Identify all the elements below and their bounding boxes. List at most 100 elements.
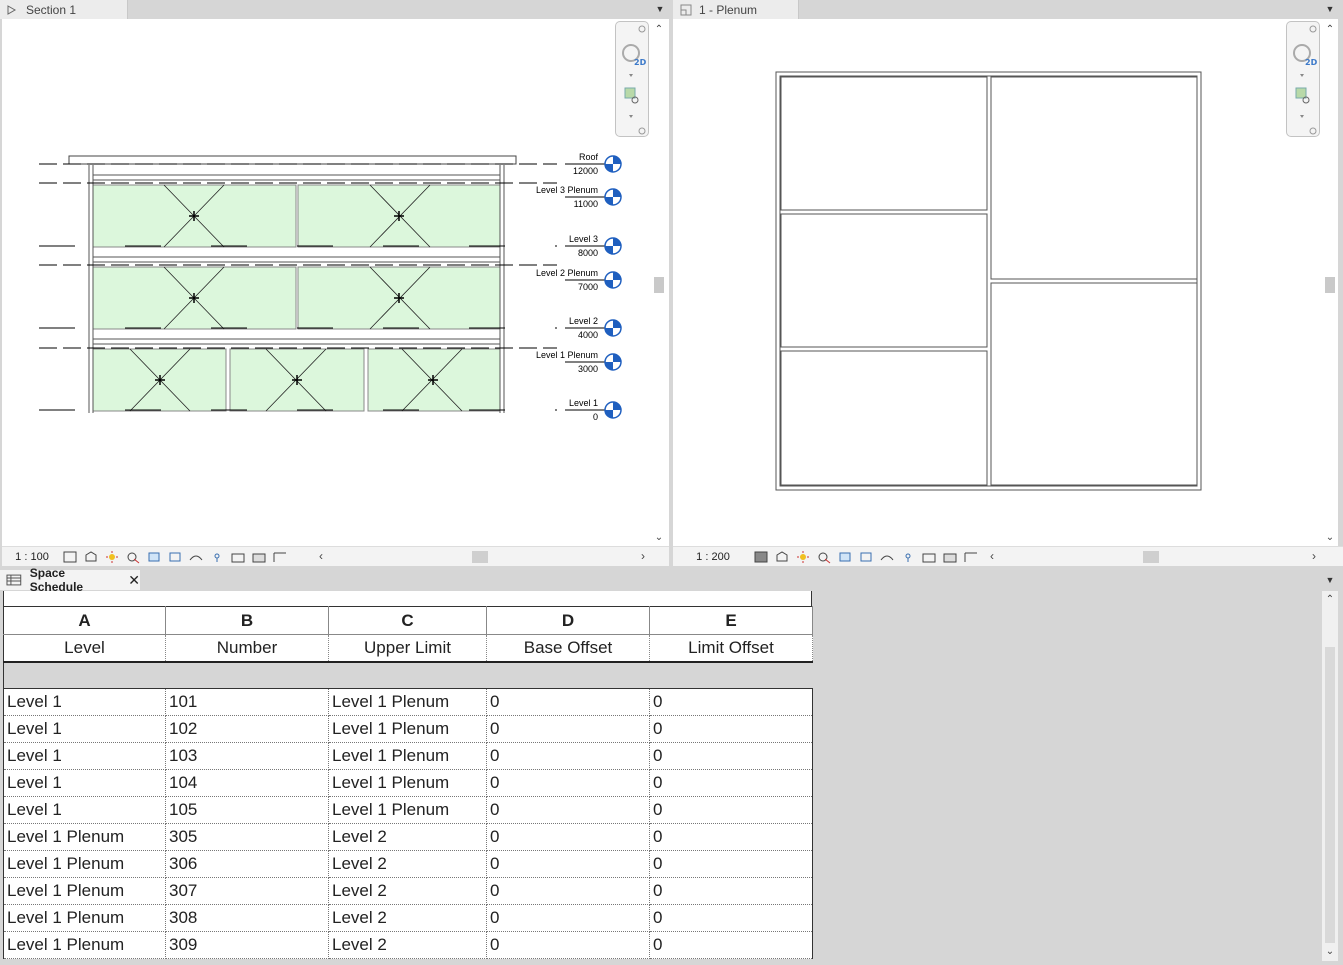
view-dropdown-icon[interactable]: ▼ (1325, 575, 1335, 585)
table-row[interactable]: Level 1 103 Level 1 Plenum 0 0 (3, 742, 813, 770)
level-head[interactable]: Level 1 0 (565, 398, 622, 422)
table-cell[interactable]: Level 2 (328, 850, 487, 878)
scroll-left-icon[interactable]: ‹ (315, 549, 327, 563)
table-row[interactable]: Level 1 Plenum 307 Level 200 (3, 877, 813, 905)
level-head[interactable]: Level 3 Plenum 11000 (536, 185, 622, 209)
table-cell[interactable]: Level 1 Plenum (3, 850, 166, 878)
table-cell[interactable]: 0 (649, 769, 813, 797)
left-horizontal-scrollbar[interactable]: ‹ › (315, 549, 650, 563)
table-cell[interactable]: 308 (165, 904, 329, 932)
scroll-down-icon[interactable]: ⌄ (651, 531, 667, 545)
table-cell[interactable]: Level 1 Plenum (3, 877, 166, 905)
sun-path-icon[interactable] (104, 550, 120, 564)
crop-region-icon[interactable] (167, 550, 183, 564)
analytical-model-icon[interactable] (272, 550, 288, 564)
view-scale[interactable]: 1 : 200 (673, 551, 753, 563)
column-header[interactable]: Level (3, 634, 166, 663)
table-cell[interactable]: 0 (649, 904, 813, 932)
table-cell[interactable]: 0 (649, 688, 813, 716)
shadows-icon[interactable] (816, 550, 832, 564)
tab-space-schedule[interactable]: Space Schedule ✕ (0, 566, 140, 594)
reveal-hidden-icon[interactable] (921, 550, 937, 564)
table-cell[interactable]: Level 1 Plenum (328, 769, 487, 797)
scroll-right-icon[interactable]: › (637, 549, 649, 563)
table-cell[interactable]: 309 (165, 931, 329, 959)
table-cell[interactable]: 0 (649, 715, 813, 743)
table-cell[interactable]: 0 (649, 877, 813, 905)
detail-level-icon[interactable] (753, 550, 769, 564)
level-head[interactable]: Level 2 4000 (565, 316, 622, 340)
space-schedule-table[interactable]: A B C D E Level Number Upper Limit Base … (3, 606, 813, 959)
table-row[interactable]: Level 1 Plenum 309 Level 200 (3, 931, 813, 959)
view-dropdown-icon[interactable]: ▼ (655, 4, 665, 14)
table-row[interactable]: Level 1 105 Level 1 Plenum 0 0 (3, 796, 813, 824)
level-head[interactable]: Roof 12000 (565, 152, 622, 176)
column-letter[interactable]: D (486, 606, 650, 635)
table-cell[interactable]: Level 2 (328, 904, 487, 932)
reveal-hidden-icon[interactable] (230, 550, 246, 564)
table-cell[interactable]: 0 (486, 904, 650, 932)
navigation-bar[interactable]: 2D (615, 21, 649, 137)
scroll-down-icon[interactable]: ⌄ (1322, 531, 1338, 545)
analytical-model-icon[interactable] (963, 550, 979, 564)
table-row[interactable]: Level 1 104 Level 1 Plenum 0 0 (3, 769, 813, 797)
left-vertical-scrollbar[interactable]: ⌃ ⌄ (651, 19, 667, 547)
table-cell[interactable]: 305 (165, 823, 329, 851)
table-cell[interactable]: 0 (486, 769, 650, 797)
crop-region-icon[interactable] (858, 550, 874, 564)
scroll-thumb[interactable] (1143, 551, 1159, 563)
table-cell[interactable]: Level 1 (3, 742, 166, 770)
column-header[interactable]: Limit Offset (649, 634, 813, 663)
table-cell[interactable]: Level 1 Plenum (328, 742, 487, 770)
column-letter[interactable]: A (3, 606, 166, 635)
scroll-up-icon[interactable]: ⌃ (1322, 23, 1338, 37)
table-cell[interactable]: 0 (486, 796, 650, 824)
table-cell[interactable]: 105 (165, 796, 329, 824)
crop-view-icon[interactable] (146, 550, 162, 564)
table-cell[interactable]: 101 (165, 688, 329, 716)
table-cell[interactable]: Level 2 (328, 931, 487, 959)
view-dropdown-icon[interactable]: ▼ (1325, 4, 1335, 14)
table-row[interactable]: Level 1 102 Level 1 Plenum 0 0 (3, 715, 813, 743)
table-cell[interactable]: Level 1 (3, 688, 166, 716)
tab-1-plenum[interactable]: 1 - Plenum (673, 0, 799, 19)
column-letter[interactable]: E (649, 606, 813, 635)
scroll-down-icon[interactable]: ⌄ (1322, 945, 1338, 959)
table-cell[interactable]: 0 (649, 742, 813, 770)
column-letter[interactable]: C (328, 606, 487, 635)
level-head[interactable]: Level 1 Plenum 3000 (536, 350, 622, 374)
temporary-hide-icon[interactable] (900, 550, 916, 564)
table-cell[interactable]: 102 (165, 715, 329, 743)
table-cell[interactable]: 0 (486, 931, 650, 959)
sun-path-icon[interactable] (795, 550, 811, 564)
table-cell[interactable]: 0 (486, 850, 650, 878)
table-cell[interactable]: 0 (486, 877, 650, 905)
table-cell[interactable]: Level 1 Plenum (3, 904, 166, 932)
table-cell[interactable]: 0 (649, 931, 813, 959)
column-header[interactable]: Number (165, 634, 329, 663)
temporary-view-properties-icon[interactable] (251, 550, 267, 564)
scroll-up-icon[interactable]: ⌃ (1322, 593, 1338, 607)
temporary-hide-icon[interactable] (209, 550, 225, 564)
table-cell[interactable]: 0 (486, 715, 650, 743)
table-cell[interactable]: Level 2 (328, 823, 487, 851)
table-cell[interactable]: Level 1 Plenum (3, 823, 166, 851)
temporary-view-properties-icon[interactable] (942, 550, 958, 564)
table-cell[interactable]: 306 (165, 850, 329, 878)
crop-view-icon[interactable] (837, 550, 853, 564)
view-scale[interactable]: 1 : 100 (2, 551, 62, 563)
table-row[interactable]: Level 1 Plenum 306 Level 200 (3, 850, 813, 878)
table-row[interactable]: Level 1 Plenum 308 Level 200 (3, 904, 813, 932)
visual-style-icon[interactable] (774, 550, 790, 564)
schedule-vertical-scrollbar[interactable]: ⌃ ⌄ (1322, 591, 1338, 961)
level-head[interactable]: Level 3 8000 (565, 234, 622, 258)
steering-wheel-icon[interactable]: 2D (616, 22, 650, 138)
scroll-left-icon[interactable]: ‹ (986, 549, 998, 563)
table-cell[interactable]: Level 2 (328, 877, 487, 905)
scroll-up-icon[interactable]: ⌃ (651, 23, 667, 37)
scroll-thumb[interactable] (472, 551, 488, 563)
table-cell[interactable]: Level 1 Plenum (328, 796, 487, 824)
table-cell[interactable]: 0 (649, 823, 813, 851)
table-row[interactable]: Level 1 Plenum 305 Level 200 (3, 823, 813, 851)
scroll-thumb[interactable] (1325, 647, 1335, 943)
